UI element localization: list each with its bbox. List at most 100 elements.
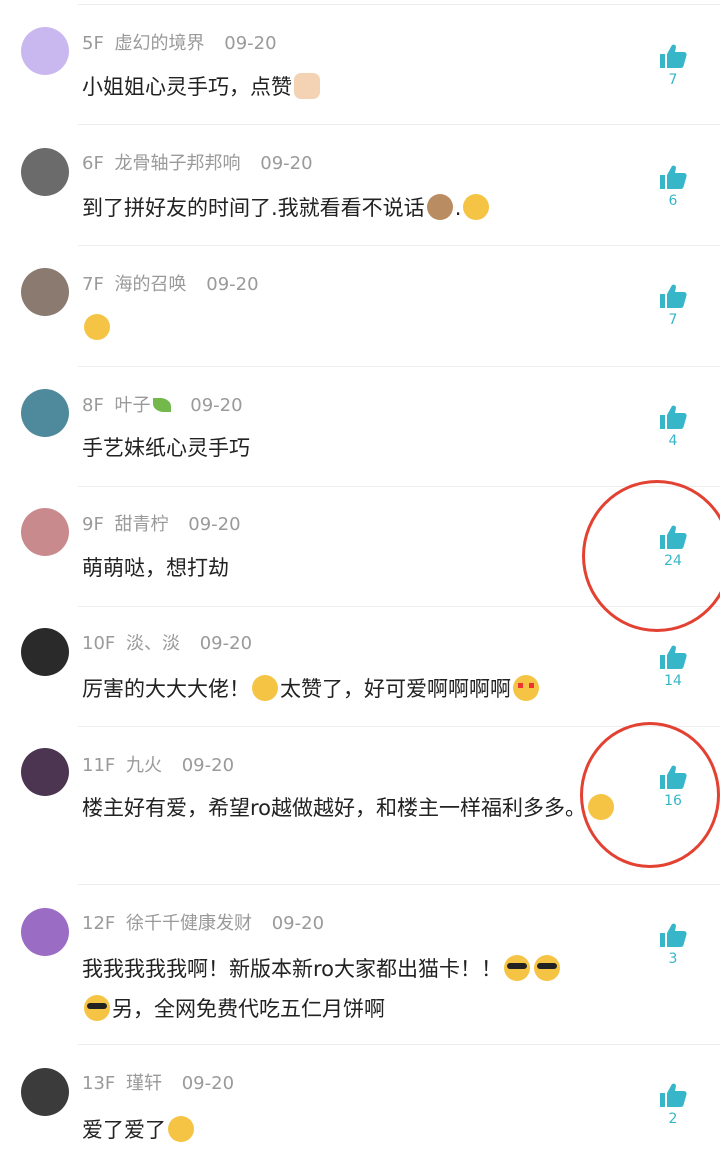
comment-date: 09-20 <box>199 633 253 654</box>
comment-body: 到了拼好友的时间了.我就看看不说话 <box>82 196 425 220</box>
thumbs-up-icon <box>660 284 687 308</box>
thumbs-up-icon <box>660 923 687 947</box>
like-button[interactable]: 7 <box>656 283 690 329</box>
avatar[interactable] <box>21 908 69 956</box>
like-button[interactable]: 3 <box>656 922 690 968</box>
annotation-circle <box>582 480 720 632</box>
username[interactable]: 瑾轩 <box>126 1073 162 1094</box>
username[interactable]: 叶子 <box>115 395 151 416</box>
like-count: 14 <box>664 673 682 689</box>
comment-body: 厉害的大大大佬！ <box>82 677 250 701</box>
heart-eyes-emoji-icon <box>513 675 539 701</box>
like-button[interactable]: 6 <box>656 164 690 210</box>
username[interactable]: 海的召唤 <box>115 274 187 295</box>
comment-date: 09-20 <box>271 913 325 934</box>
like-button[interactable]: 7 <box>656 43 690 89</box>
comment-date: 09-20 <box>190 395 243 416</box>
like-count: 6 <box>668 193 678 209</box>
sunglasses-emoji-icon <box>504 955 531 981</box>
like-button[interactable]: 2 <box>656 1082 690 1128</box>
floor-number: 11F <box>82 755 116 776</box>
sunglasses-emoji-icon <box>534 955 561 981</box>
like-button[interactable]: 14 <box>656 644 690 690</box>
comment-item: 13F 瑾轩 09-20 爱了爱了 2 <box>0 1044 720 1171</box>
username[interactable]: 龙骨轴子邦邦响 <box>115 153 241 174</box>
floor-number: 13F <box>82 1073 116 1094</box>
thumbs-up-icon <box>660 405 687 429</box>
like-count: 4 <box>668 433 678 449</box>
like-count: 7 <box>668 72 678 88</box>
comment-text: 到了拼好友的时间了.我就看看不说话. <box>82 188 622 228</box>
comment-text: 我我我我我啊！新版本新ro大家都出猫卡！！ 另，全网免费代吃五仁月饼啊 <box>82 949 622 1029</box>
avatar[interactable] <box>21 628 69 676</box>
username[interactable]: 虚幻的境界 <box>115 33 205 54</box>
floor-number: 9F <box>82 514 104 535</box>
sunglasses-emoji-icon <box>84 995 110 1021</box>
comment-text: 楼主好有爱，希望ro越做越好，和楼主一样福利多多。 <box>82 788 617 828</box>
thumbs-up-icon <box>660 165 687 189</box>
shocked-emoji-icon <box>84 314 110 340</box>
floor-number: 12F <box>82 913 116 934</box>
thumbs-up-icon <box>660 1083 687 1107</box>
annotation-circle <box>580 722 720 868</box>
comment-date: 09-20 <box>224 33 277 54</box>
comment-meta: 10F 淡、淡 09-20 <box>82 632 252 656</box>
comment-body: 我我我我我啊！新版本新ro大家都出猫卡！！ <box>82 957 503 981</box>
floor-number: 7F <box>82 274 104 295</box>
like-count: 3 <box>668 951 678 967</box>
comment-meta: 6F 龙骨轴子邦邦响 09-20 <box>82 152 313 176</box>
avatar[interactable] <box>21 748 69 796</box>
comment-body-suffix: . <box>454 196 462 220</box>
like-button[interactable]: 4 <box>656 404 690 450</box>
comment-meta: 11F 九火 09-20 <box>82 754 234 778</box>
avatar[interactable] <box>21 389 69 437</box>
comment-date: 09-20 <box>188 514 241 535</box>
comment-item: 7F 海的召唤 09-20 7 <box>0 245 720 366</box>
comment-body-line2: 另，全网免费代吃五仁月饼啊 <box>112 997 385 1021</box>
username[interactable]: 淡、淡 <box>126 633 180 654</box>
monkey-emoji-icon <box>426 194 453 220</box>
comment-meta: 9F 甜青柠 09-20 <box>82 513 241 537</box>
comment-text: 手艺妹纸心灵手巧 <box>82 428 622 468</box>
comment-meta: 13F 瑾轩 09-20 <box>82 1072 234 1096</box>
comment-body: 小姐姐心灵手巧，点赞 <box>82 75 292 99</box>
comment-text: 小姐姐心灵手巧，点赞 <box>82 67 622 107</box>
comment-text: 爱了爱了 <box>82 1110 622 1150</box>
comment-body: 萌萌哒，想打劫 <box>82 556 229 580</box>
comment-text: 萌萌哒，想打劫 <box>82 548 622 588</box>
avatar[interactable] <box>21 1068 69 1116</box>
username[interactable]: 九火 <box>126 755 162 776</box>
comment-date: 09-20 <box>206 274 259 295</box>
blush-emoji-icon <box>252 675 278 701</box>
comment-body: 手艺妹纸心灵手巧 <box>82 436 250 460</box>
floor-number: 6F <box>82 153 104 174</box>
divider <box>78 4 720 5</box>
username[interactable]: 甜青柠 <box>115 514 169 535</box>
comment-body: 楼主好有爱，希望ro越做越好，和楼主一样福利多多。 <box>82 796 587 820</box>
comment-text: 厉害的大大大佬！ 太赞了，好可爱啊啊啊啊 <box>82 669 622 709</box>
comment-item: 10F 淡、淡 09-20 厉害的大大大佬！ 太赞了，好可爱啊啊啊啊 14 <box>0 606 720 726</box>
divider <box>78 884 720 885</box>
thumbs-up-icon <box>660 645 687 669</box>
comment-text <box>82 308 622 348</box>
like-count: 2 <box>668 1111 678 1127</box>
hug-emoji-icon <box>168 1116 194 1142</box>
floor-number: 10F <box>82 633 116 654</box>
avatar[interactable] <box>21 148 69 196</box>
comment-meta: 12F 徐千千健康发财 09-20 <box>82 912 324 936</box>
divider <box>78 366 720 367</box>
username[interactable]: 徐千千健康发财 <box>126 913 252 934</box>
comment-meta: 5F 虚幻的境界 09-20 <box>82 32 277 56</box>
thumbs-up-emoji-icon <box>294 73 320 99</box>
comment-body: 爱了爱了 <box>82 1118 166 1142</box>
avatar[interactable] <box>21 268 69 316</box>
comment-item: 6F 龙骨轴子邦邦响 09-20 到了拼好友的时间了.我就看看不说话. 6 <box>0 124 720 245</box>
divider <box>78 245 720 246</box>
divider <box>78 1044 720 1045</box>
avatar[interactable] <box>21 27 69 75</box>
like-count: 7 <box>668 312 678 328</box>
thumbs-up-icon <box>660 44 687 68</box>
floor-number: 5F <box>82 33 104 54</box>
avatar[interactable] <box>21 508 69 556</box>
comment-body-continued: 太赞了，好可爱啊啊啊啊 <box>280 677 511 701</box>
